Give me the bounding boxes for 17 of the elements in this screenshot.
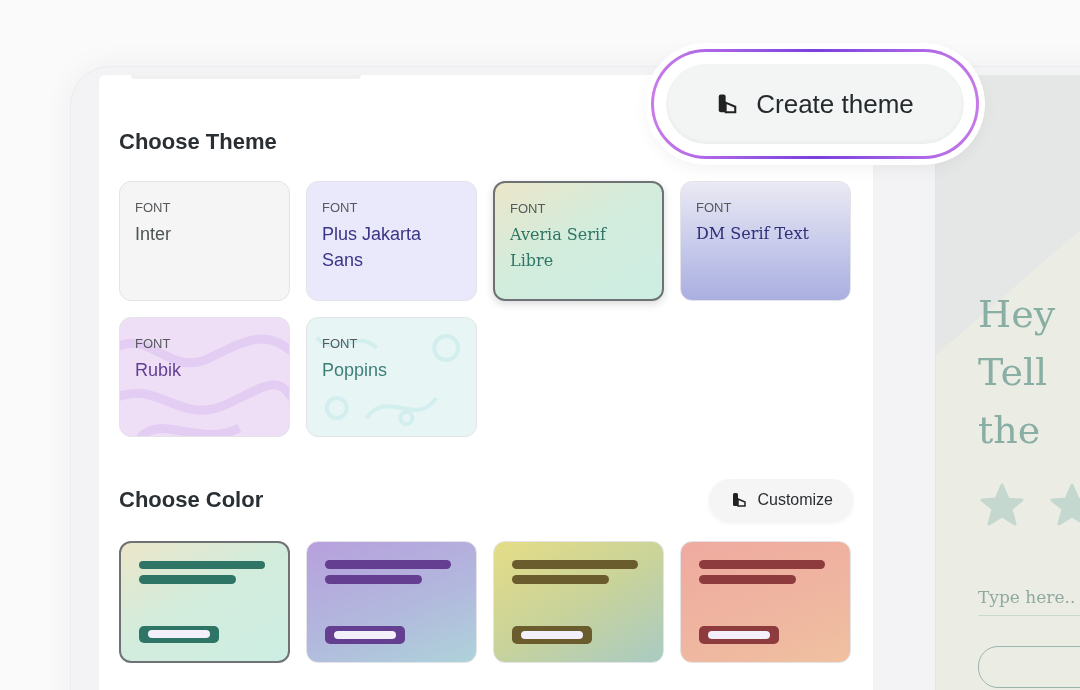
section-title: Choose Theme	[119, 129, 278, 155]
swatch-icon	[731, 492, 748, 508]
theme-card[interactable]: FONT Plus Jakarta Sans	[306, 181, 477, 301]
answer-field[interactable]: Type here..	[978, 579, 1080, 616]
preview-heading: Hey	[978, 291, 1057, 338]
create-theme-button[interactable]: Create theme	[654, 52, 976, 156]
theme-card[interactable]: FONT Poppins	[306, 317, 477, 437]
theme-card[interactable]: FONT Rubik	[119, 317, 290, 437]
theme-card[interactable]: FONT DM Serif Text	[680, 181, 851, 301]
section-title: Choose Color	[119, 487, 264, 513]
preview-heading: Tell	[978, 349, 1049, 396]
customize-button[interactable]: Customize	[709, 479, 853, 521]
theme-card[interactable]: FONT Averia Serif Libre	[493, 181, 664, 301]
preview-heading: the	[978, 407, 1042, 454]
swatch-icon	[716, 93, 739, 115]
theme-card[interactable]: FONT Inter	[119, 181, 290, 301]
color-card[interactable]	[119, 541, 290, 663]
